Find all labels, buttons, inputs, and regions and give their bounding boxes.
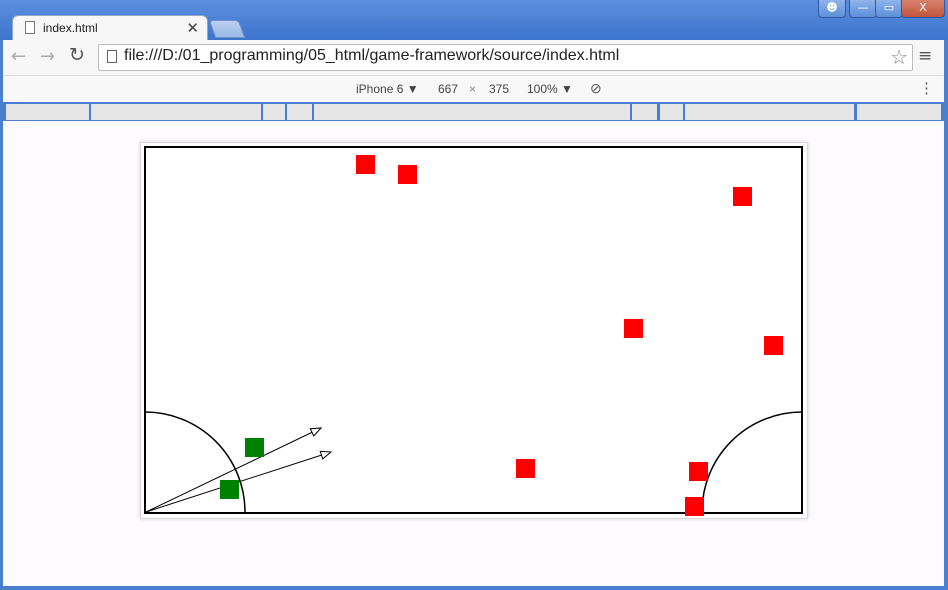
page-icon xyxy=(25,21,35,34)
enemy-square xyxy=(689,462,708,481)
media-query-segment[interactable] xyxy=(91,104,261,120)
tab-title: index.html xyxy=(43,21,98,35)
enemy-square xyxy=(685,497,704,516)
media-query-bar xyxy=(6,104,941,120)
game-canvas[interactable] xyxy=(141,143,807,518)
page-viewport xyxy=(3,121,944,586)
enemy-square xyxy=(624,319,643,338)
media-query-segment[interactable] xyxy=(660,104,683,120)
enemy-square xyxy=(398,165,417,184)
enemy-square xyxy=(764,336,783,355)
device-toolbar: iPhone 6 ▼ 667 × 375 100% ▼ ⊘ ⋮ xyxy=(3,76,944,102)
media-query-segment[interactable] xyxy=(287,104,312,120)
dimension-separator: × xyxy=(469,82,477,96)
close-window-button[interactable]: X xyxy=(901,0,945,18)
browser-toolbar: ← → ↻ file:///D:/01_programming/05_html/… xyxy=(3,40,944,76)
forward-arrow-icon[interactable]: → xyxy=(40,46,55,67)
minimize-button[interactable]: — xyxy=(849,0,877,18)
field-border xyxy=(144,146,803,514)
media-query-segment[interactable] xyxy=(632,104,657,120)
enemy-square xyxy=(356,155,375,174)
new-tab-button[interactable] xyxy=(208,20,246,38)
media-query-segment[interactable] xyxy=(263,104,285,120)
media-query-segment[interactable] xyxy=(857,104,941,120)
back-arrow-icon[interactable]: ← xyxy=(11,46,26,67)
device-width[interactable]: 667 xyxy=(438,82,458,96)
aim-arrow xyxy=(145,427,323,513)
player-square xyxy=(220,480,239,499)
user-profile-button[interactable]: ☻ xyxy=(818,0,846,18)
zoom-select[interactable]: 100% ▼ xyxy=(527,82,573,96)
device-select[interactable]: iPhone 6 ▼ xyxy=(356,82,419,96)
chrome-menu-icon[interactable]: ≡ xyxy=(918,46,932,66)
rotate-icon[interactable]: ⊘ xyxy=(590,80,602,97)
reload-icon[interactable]: ↻ xyxy=(69,44,85,66)
close-tab-icon[interactable]: ✕ xyxy=(186,19,199,37)
maximize-button[interactable]: ▭ xyxy=(875,0,903,18)
media-query-segment[interactable] xyxy=(685,104,854,120)
player-square xyxy=(245,438,264,457)
enemy-square xyxy=(733,187,752,206)
media-query-segment[interactable] xyxy=(6,104,89,120)
url-text[interactable]: file:///D:/01_programming/05_html/game-f… xyxy=(124,47,619,65)
more-options-icon[interactable]: ⋮ xyxy=(919,79,934,97)
bookmark-star-icon[interactable]: ☆ xyxy=(890,45,908,69)
enemy-square xyxy=(516,459,535,478)
page-icon xyxy=(107,50,117,63)
media-query-segment[interactable] xyxy=(314,104,630,120)
browser-tab[interactable]: index.html ✕ xyxy=(12,15,208,42)
device-screen xyxy=(140,142,808,519)
right-goal-arc xyxy=(701,411,803,513)
title-bar: ☻ — ▭ X index.html ✕ xyxy=(0,0,948,42)
address-bar[interactable]: file:///D:/01_programming/05_html/game-f… xyxy=(98,44,913,71)
device-height[interactable]: 375 xyxy=(489,82,509,96)
person-icon: ☻ xyxy=(826,1,838,14)
